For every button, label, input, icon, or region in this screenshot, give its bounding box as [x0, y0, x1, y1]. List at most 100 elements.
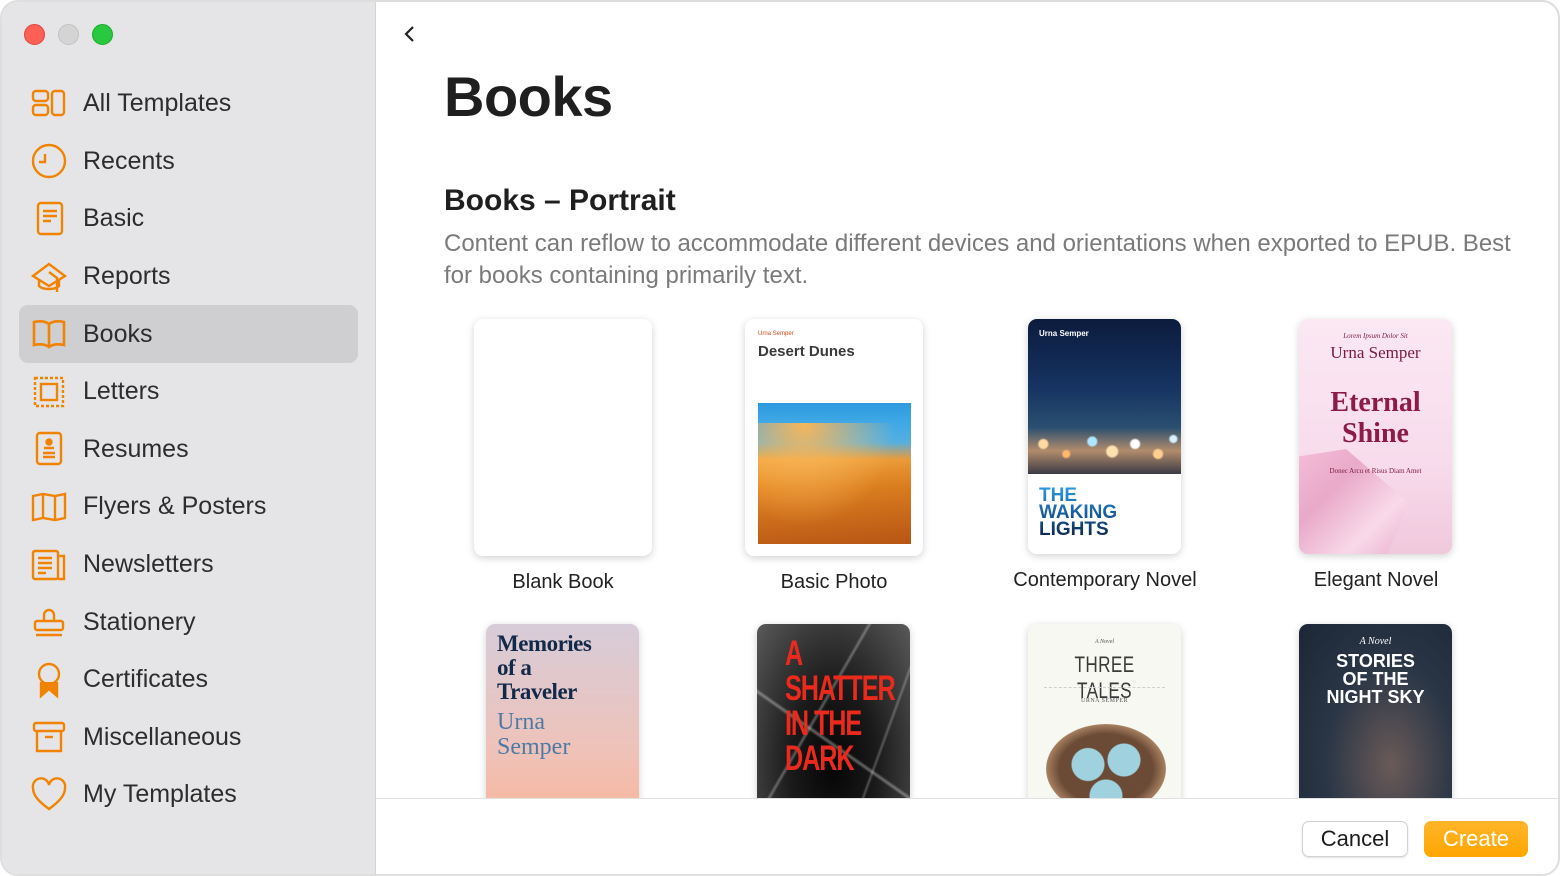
- cover-author-line: Urna: [497, 709, 545, 735]
- cover-author: Urna Semper: [497, 710, 570, 760]
- bird-nest-image: [1046, 724, 1166, 798]
- archive-box-icon: [30, 718, 68, 756]
- heart-icon: [30, 776, 68, 814]
- cover-author: Urna Semper: [1039, 329, 1089, 338]
- window-controls: [24, 24, 113, 45]
- sidebar-item-newsletters[interactable]: Newsletters: [19, 536, 358, 594]
- sidebar-item-miscellaneous[interactable]: Miscellaneous: [19, 709, 358, 767]
- cover-title: Desert Dunes: [758, 343, 855, 360]
- template-grid: Blank Book Urna Semper Desert Dunes Basi…: [376, 302, 1558, 798]
- cover-title: Eternal Shine: [1299, 387, 1452, 449]
- sidebar-item-my-templates[interactable]: My Templates: [19, 766, 358, 824]
- template-thumbnail[interactable]: Urna Semper Desert Dunes: [745, 319, 923, 556]
- grid-icon: [30, 85, 68, 123]
- page-title: Books: [444, 65, 613, 128]
- cover-tagline: Donec Arcu et Risus Diam Amet: [1329, 467, 1422, 475]
- template-name: Contemporary Novel: [1013, 569, 1197, 591]
- cover-title-line: A: [785, 634, 803, 673]
- map-fold-icon: [30, 488, 68, 526]
- category-list: All Templates Recents Basic Reports Book…: [19, 75, 358, 824]
- crystal-image: [1299, 449, 1409, 554]
- ribbon-award-icon: [30, 661, 68, 699]
- document-icon: [30, 200, 68, 238]
- template-name: Elegant Novel: [1313, 569, 1439, 591]
- sidebar-item-label: Letters: [83, 377, 160, 406]
- sidebar-item-letters[interactable]: Letters: [19, 363, 358, 421]
- sidebar: All Templates Recents Basic Reports Book…: [2, 2, 376, 874]
- book-icon: [30, 315, 68, 353]
- sidebar-item-resumes[interactable]: Resumes: [19, 421, 358, 479]
- sidebar-item-label: Resumes: [83, 434, 189, 463]
- cover-title: A SHATTER IN THE DARK: [785, 634, 896, 778]
- cover-author: Urna Semper: [758, 331, 794, 337]
- template-chooser-window: All Templates Recents Basic Reports Book…: [0, 0, 1560, 876]
- chevron-left-icon: [404, 26, 414, 42]
- template-name: Blank Book: [512, 571, 614, 593]
- cover-title: Memories of a Traveler: [497, 631, 592, 704]
- divider: [1044, 687, 1165, 688]
- cover-title: THE WAKING LIGHTS: [1039, 487, 1117, 538]
- bokeh-lights: [1028, 424, 1181, 474]
- sidebar-item-flyers-posters[interactable]: Flyers & Posters: [19, 478, 358, 536]
- cover-title-line: Memories: [497, 631, 592, 656]
- section-title: Books – Portrait: [444, 184, 676, 217]
- sidebar-item-label: All Templates: [83, 89, 232, 118]
- cover-author: Urna Semper: [1330, 343, 1421, 362]
- template-thumbnail[interactable]: A Novel THREE TALES URNA SEMPER: [1028, 624, 1181, 798]
- clock-icon: [30, 142, 68, 180]
- cover-title-line: Eternal: [1330, 387, 1421, 418]
- cover-subtitle: A Novel: [1359, 636, 1392, 647]
- stamp-frame-icon: [30, 373, 68, 411]
- template-thumbnail[interactable]: Lorem Ipsum Dolor Sit Urna Semper Eterna…: [1299, 319, 1452, 554]
- cover-author: URNA SEMPER: [1080, 698, 1128, 704]
- section-description: Content can reflow to accommodate differ…: [444, 230, 1511, 289]
- dune-shading: [758, 423, 911, 544]
- sidebar-item-label: My Templates: [83, 780, 237, 809]
- sidebar-item-label: Reports: [83, 262, 171, 291]
- cover-title-line: Shine: [1342, 418, 1409, 449]
- sidebar-item-label: Certificates: [83, 665, 209, 694]
- graduation-cap-icon: [30, 258, 68, 296]
- sidebar-item-label: Stationery: [83, 607, 196, 636]
- sidebar-item-label: Recents: [83, 146, 175, 175]
- sidebar-item-books[interactable]: Books: [19, 305, 358, 363]
- sidebar-item-label: Flyers & Posters: [83, 492, 267, 521]
- sidebar-item-label: Books: [83, 319, 153, 348]
- sidebar-item-label: Newsletters: [83, 550, 214, 579]
- minimize-window-button[interactable]: [58, 24, 79, 45]
- newspaper-icon: [30, 546, 68, 584]
- close-window-button[interactable]: [24, 24, 45, 45]
- cover-title: THREE TALES: [1074, 652, 1135, 703]
- cancel-button[interactable]: Cancel: [1302, 821, 1408, 857]
- main-content: Books Books – Portrait Content can reflo…: [376, 2, 1558, 874]
- sidebar-item-stationery[interactable]: Stationery: [19, 593, 358, 651]
- cover-subtitle: Lorem Ipsum Dolor Sit: [1343, 332, 1408, 340]
- rubber-stamp-icon: [30, 603, 68, 641]
- cover-author-line: Semper: [497, 734, 571, 760]
- cover-title-line: LIGHTS: [1039, 519, 1109, 540]
- back-button[interactable]: [396, 20, 424, 48]
- cover-title-line: IN THE: [785, 704, 862, 743]
- cover-title-line: SHATTER: [785, 669, 896, 708]
- create-button[interactable]: Create: [1424, 821, 1528, 857]
- template-thumbnail[interactable]: [474, 319, 652, 556]
- template-thumbnail[interactable]: Memories of a Traveler Urna Semper: [486, 624, 639, 798]
- template-name: Basic Photo: [780, 571, 888, 593]
- sidebar-item-certificates[interactable]: Certificates: [19, 651, 358, 709]
- resume-icon: [30, 430, 68, 468]
- template-thumbnail[interactable]: Urna Semper THE WAKING LIGHTS: [1028, 319, 1181, 554]
- sidebar-item-basic[interactable]: Basic: [19, 190, 358, 248]
- cover-title-line: Traveler: [497, 679, 577, 704]
- cover-title: STORIES OF THE NIGHT SKY: [1299, 652, 1452, 706]
- cover-title-line: of a: [497, 655, 532, 680]
- cover-title-line: NIGHT SKY: [1326, 687, 1425, 707]
- dialog-footer: Cancel Create: [376, 798, 1558, 874]
- sidebar-item-all-templates[interactable]: All Templates: [19, 75, 358, 133]
- template-thumbnail[interactable]: A SHATTER IN THE DARK: [757, 624, 910, 798]
- sidebar-item-recents[interactable]: Recents: [19, 133, 358, 191]
- sidebar-item-reports[interactable]: Reports: [19, 248, 358, 306]
- template-thumbnail[interactable]: A Novel STORIES OF THE NIGHT SKY: [1299, 624, 1452, 798]
- cover-title-line: DARK: [785, 739, 855, 778]
- maximize-window-button[interactable]: [92, 24, 113, 45]
- sidebar-item-label: Basic: [83, 204, 145, 233]
